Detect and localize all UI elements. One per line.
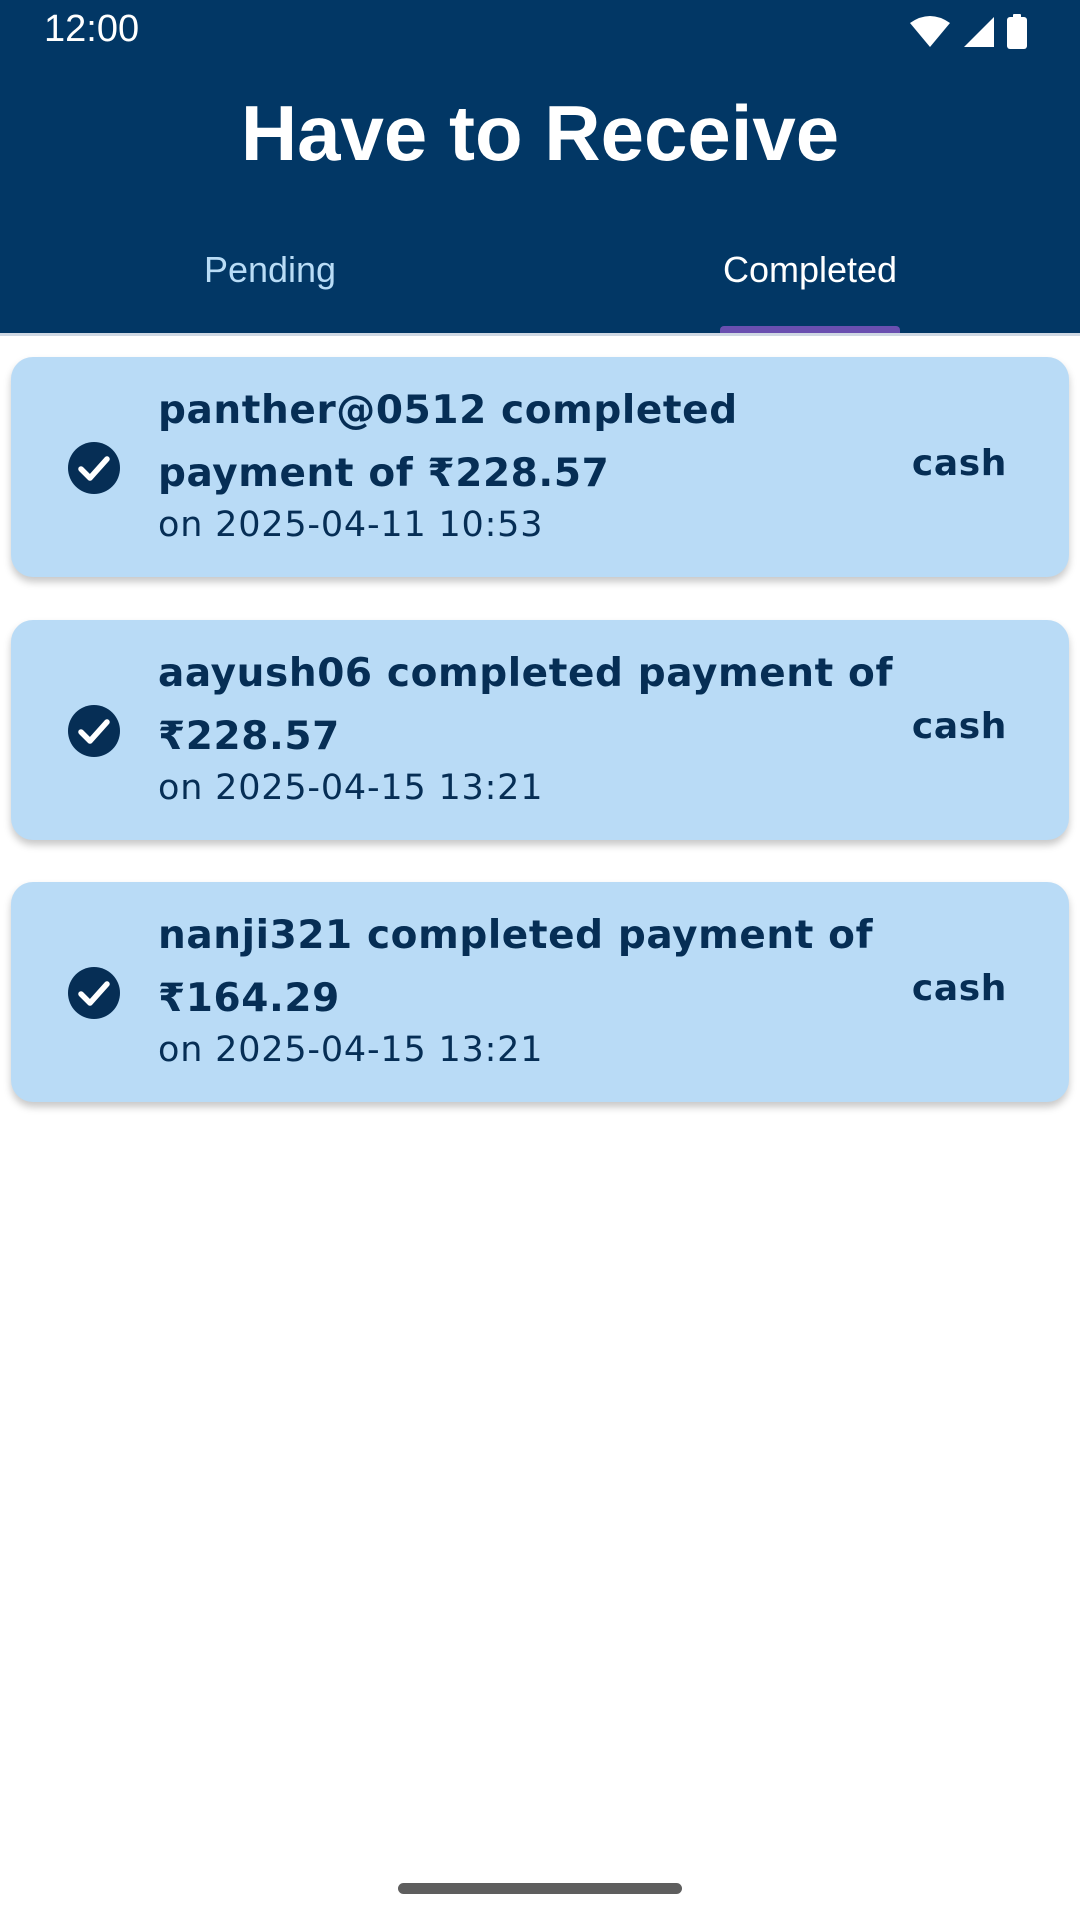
payment-description: aayush06 completed payment of ₹228.57 on… bbox=[158, 642, 898, 810]
tab-pending[interactable]: Pending bbox=[0, 230, 540, 333]
header-divider bbox=[0, 333, 1080, 336]
payment-line2: ₹228.57 bbox=[158, 714, 340, 759]
app-header: 12:00 Have to Receive Pending Completed bbox=[0, 0, 1080, 334]
payment-line2: payment of ₹228.57 bbox=[158, 451, 610, 496]
payment-line1: nanji321 completed payment of bbox=[158, 913, 874, 958]
payment-method: cash bbox=[911, 443, 1007, 484]
payment-description: nanji321 completed payment of ₹164.29 on… bbox=[158, 904, 898, 1072]
page-title: Have to Receive bbox=[240, 89, 840, 177]
payment-card[interactable]: aayush06 completed payment of ₹228.57 on… bbox=[11, 620, 1069, 840]
wifi-icon bbox=[910, 16, 950, 47]
payment-timestamp: on 2025-04-15 13:21 bbox=[158, 768, 544, 808]
check-circle-icon bbox=[68, 442, 120, 494]
screen: 12:00 Have to Receive Pending Completed bbox=[0, 0, 1080, 1920]
payment-method: cash bbox=[911, 968, 1007, 1009]
payment-card[interactable]: panther@0512 completed payment of ₹228.5… bbox=[11, 357, 1069, 577]
check-circle-icon bbox=[68, 705, 120, 757]
payment-line1: panther@0512 completed bbox=[158, 388, 738, 433]
tab-bar: Pending Completed bbox=[0, 230, 1080, 334]
status-bar: 12:00 bbox=[0, 0, 1080, 64]
payment-timestamp: on 2025-04-15 13:21 bbox=[158, 1030, 544, 1070]
signal-icon bbox=[964, 17, 994, 47]
check-circle-icon bbox=[68, 967, 120, 1019]
payment-timestamp: on 2025-04-11 10:53 bbox=[158, 505, 544, 545]
payment-description: panther@0512 completed payment of ₹228.5… bbox=[158, 379, 898, 547]
status-time: 12:00 bbox=[44, 8, 140, 50]
battery-icon bbox=[1007, 14, 1027, 49]
tab-completed[interactable]: Completed bbox=[540, 230, 1080, 333]
payment-line2: ₹164.29 bbox=[158, 976, 340, 1021]
payment-line1: aayush06 completed payment of bbox=[158, 651, 894, 696]
payment-card[interactable]: nanji321 completed payment of ₹164.29 on… bbox=[11, 882, 1069, 1102]
status-icons bbox=[908, 14, 1028, 50]
home-indicator[interactable] bbox=[398, 1883, 682, 1894]
payment-method: cash bbox=[911, 706, 1007, 747]
